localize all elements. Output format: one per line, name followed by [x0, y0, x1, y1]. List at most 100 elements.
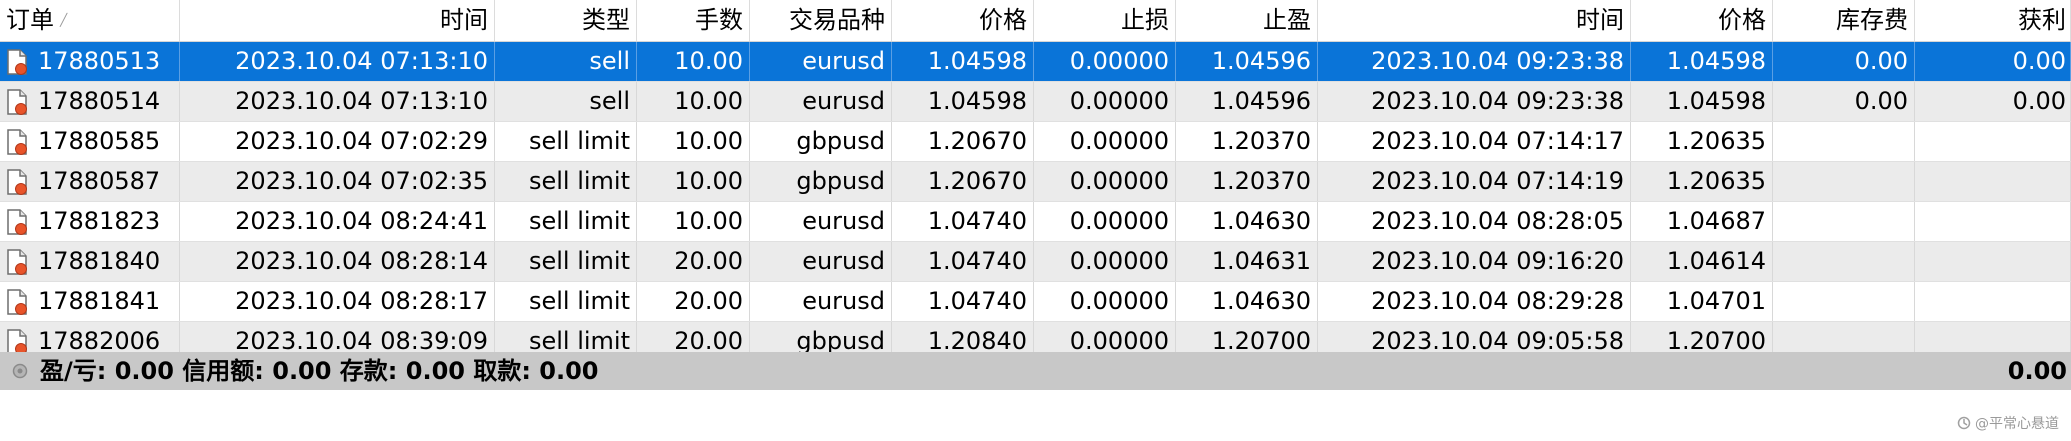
cell-open-time: 2023.10.04 08:24:41	[180, 202, 495, 241]
column-header-label: 止盈	[1263, 6, 1311, 34]
cell-stop-loss: 0.00000	[1034, 202, 1176, 241]
cell-value: 1.04614	[1666, 247, 1766, 275]
document-icon	[7, 168, 27, 195]
cell-value: eurusd	[802, 87, 885, 115]
cell-symbol: eurusd	[750, 82, 892, 121]
cell-order: 17880513	[0, 42, 180, 81]
cell-value: 0.00000	[1069, 47, 1169, 75]
cell-lots: 10.00	[637, 42, 750, 81]
cell-value: sell limit	[528, 127, 630, 155]
cell-value: 1.20670	[927, 127, 1027, 155]
cell-profit: 0.00	[1915, 42, 2071, 81]
table-row[interactable]: 17880513 2023.10.04 07:13:10 sell 10.00 euru…	[0, 42, 2071, 82]
cell-stop-loss: 0.00000	[1034, 122, 1176, 161]
cell-value: 1.20700	[1211, 327, 1311, 355]
column-header-symbol[interactable]: 交易品种	[750, 0, 892, 41]
grid-body: 17880513 2023.10.04 07:13:10 sell 10.00 euru…	[0, 42, 2071, 362]
column-header-open-time[interactable]: 时间	[180, 0, 495, 41]
cell-lots: 10.00	[637, 82, 750, 121]
cell-open-price: 1.04740	[892, 242, 1034, 281]
column-header-swap[interactable]: 库存费	[1773, 0, 1915, 41]
table-row[interactable]: 17880514 2023.10.04 07:13:10 sell 10.00 euru…	[0, 82, 2071, 122]
column-header-label: 手数	[695, 6, 743, 34]
cell-value: 2023.10.04 08:28:14	[235, 247, 488, 275]
cell-value: 0.00	[1854, 47, 1908, 75]
cell-value: 20.00	[674, 327, 743, 355]
cell-swap	[1773, 242, 1915, 281]
table-row[interactable]: 17880587 2023.10.04 07:02:35 sell limit 10.…	[0, 162, 2071, 202]
cell-close-price: 1.20635	[1631, 122, 1773, 161]
cell-close-price: 1.04701	[1631, 282, 1773, 321]
column-header-close-price[interactable]: 价格	[1631, 0, 1773, 41]
cell-open-price: 1.20670	[892, 122, 1034, 161]
cell-value: 10.00	[674, 87, 743, 115]
cell-symbol: gbpusd	[750, 162, 892, 201]
cell-profit	[1915, 282, 2071, 321]
cell-profit: 0.00	[1915, 82, 2071, 121]
table-row[interactable]: 17880585 2023.10.04 07:02:29 sell limit 10.…	[0, 122, 2071, 162]
cell-symbol: eurusd	[750, 242, 892, 281]
cell-profit	[1915, 242, 2071, 281]
cell-lots: 20.00	[637, 242, 750, 281]
cell-type: sell	[495, 42, 637, 81]
cell-type: sell limit	[495, 122, 637, 161]
table-row[interactable]: 17881841 2023.10.04 08:28:17 sell limit 20.…	[0, 282, 2071, 322]
cell-type: sell	[495, 82, 637, 121]
table-row[interactable]: 17881823 2023.10.04 08:24:41 sell limit 10.…	[0, 202, 2071, 242]
cell-take-profit: 1.04630	[1176, 202, 1318, 241]
cell-close-price: 1.04598	[1631, 42, 1773, 81]
column-header-stop-loss[interactable]: 止损	[1034, 0, 1176, 41]
cell-close-time: 2023.10.04 09:23:38	[1318, 82, 1631, 121]
cell-symbol: eurusd	[750, 202, 892, 241]
cell-value: 1.04631	[1211, 247, 1311, 275]
cell-open-time: 2023.10.04 07:02:29	[180, 122, 495, 161]
column-header-type[interactable]: 类型	[495, 0, 637, 41]
column-header-take-profit[interactable]: 止盈	[1176, 0, 1318, 41]
cell-value: 17881841	[38, 287, 161, 315]
document-icon	[7, 88, 27, 115]
column-header-label: 时间	[1576, 6, 1624, 34]
cell-stop-loss: 0.00000	[1034, 282, 1176, 321]
cell-value: 1.20635	[1666, 167, 1766, 195]
cell-value: 1.20670	[927, 167, 1027, 195]
column-header-label: 库存费	[1836, 6, 1908, 34]
table-row[interactable]: 17881840 2023.10.04 08:28:14 sell limit 20.…	[0, 242, 2071, 282]
column-header-close-time[interactable]: 时间	[1318, 0, 1631, 41]
column-header-profit[interactable]: 获利	[1915, 0, 2071, 41]
cell-value: 20.00	[674, 287, 743, 315]
cell-open-price: 1.04740	[892, 202, 1034, 241]
cell-value: 1.04598	[927, 87, 1027, 115]
cell-value: 1.04740	[927, 287, 1027, 315]
column-header-order[interactable]: 订单 ╱	[0, 0, 180, 41]
cell-value: 2023.10.04 07:14:17	[1371, 127, 1624, 155]
cell-order: 17880587	[0, 162, 180, 201]
cell-value: 2023.10.04 08:39:09	[235, 327, 488, 355]
cell-profit	[1915, 202, 2071, 241]
cell-order: 17881840	[0, 242, 180, 281]
cell-value: eurusd	[802, 47, 885, 75]
cell-swap	[1773, 202, 1915, 241]
cell-value: 17882006	[38, 327, 161, 355]
cell-close-price: 1.20635	[1631, 162, 1773, 201]
cell-take-profit: 1.20370	[1176, 162, 1318, 201]
cell-value: 1.04630	[1211, 287, 1311, 315]
column-header-open-price[interactable]: 价格	[892, 0, 1034, 41]
grid-header: 订单 ╱ 时间 类型 手数 交易品种 价格 止损 止盈 时间 价格 库存费 获利	[0, 0, 2071, 42]
cell-value: 1.20370	[1211, 167, 1311, 195]
cell-value: 0.00000	[1069, 207, 1169, 235]
cell-value: 2023.10.04 07:13:10	[235, 47, 488, 75]
cell-value: 2023.10.04 07:02:35	[235, 167, 488, 195]
cell-value: 2023.10.04 07:02:29	[235, 127, 488, 155]
cell-close-time: 2023.10.04 09:23:38	[1318, 42, 1631, 81]
cell-value: 0.00	[1854, 87, 1908, 115]
cell-value: sell limit	[528, 247, 630, 275]
cell-stop-loss: 0.00000	[1034, 82, 1176, 121]
document-icon	[7, 48, 27, 75]
summary-text: 盈/亏: 0.00 信用额: 0.00 存款: 0.00 取款: 0.00	[40, 357, 599, 385]
column-header-lots[interactable]: 手数	[637, 0, 750, 41]
document-icon	[7, 288, 27, 315]
cell-value: 1.04701	[1666, 287, 1766, 315]
cell-value: 0.00	[2012, 87, 2066, 115]
cell-value: 1.20840	[927, 327, 1027, 355]
cell-take-profit: 1.04596	[1176, 82, 1318, 121]
